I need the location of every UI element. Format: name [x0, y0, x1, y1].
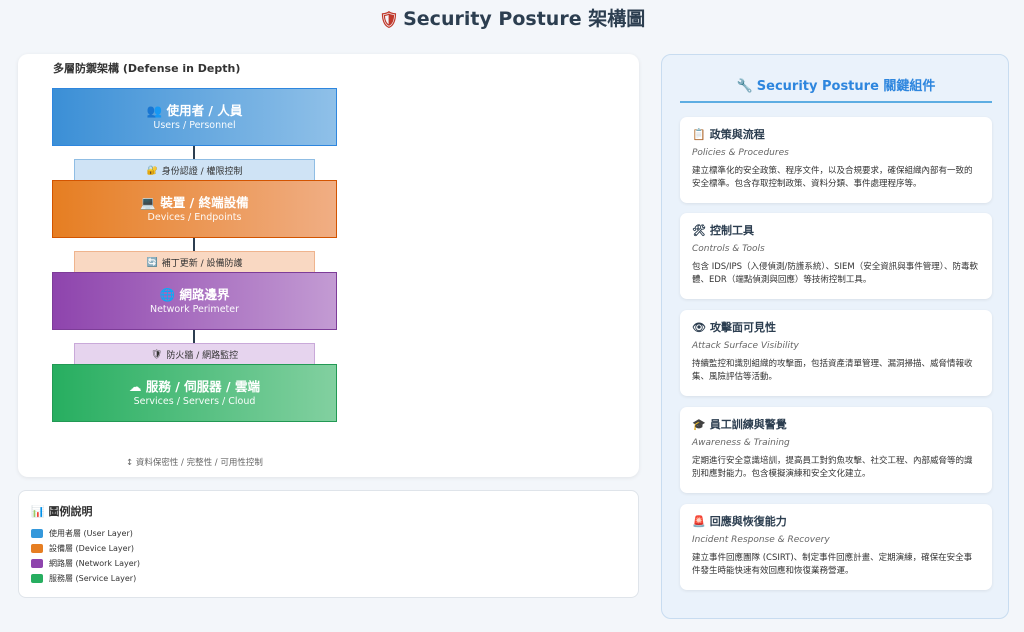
component-description: 持續監控和識別組織的攻擊面，包括資產清單管理、漏洞掃描、威脅情報收集、風險評估等… — [692, 359, 973, 382]
connector-line — [193, 146, 195, 159]
title-divider — [680, 101, 992, 103]
cloud-icon: ☁ — [129, 379, 142, 394]
legend-swatch — [31, 544, 43, 553]
component-subtitle: Incident Response & Recovery — [692, 535, 830, 545]
layer-subtitle: Services / Servers / Cloud — [133, 396, 256, 407]
shield-icon: 🛡 — [150, 349, 163, 360]
legend-item: 使用者層 (User Layer) — [31, 528, 133, 539]
alarm-icon: 🚨 — [692, 515, 706, 528]
component-card-controls: 🛠 控制工具 Controls & Tools 包含 IDS/IPS（入侵偵測/防… — [680, 213, 992, 299]
layer-users: 👥 使用者 / 人員 Users / Personnel — [52, 88, 337, 146]
users-icon: 👥 — [146, 103, 163, 118]
component-card-response: 🚨 回應與恢復能力 Incident Response & Recovery 建立… — [680, 504, 992, 590]
component-card-visibility: 👁 攻擊面可見性 Attack Surface Visibility 持續監控和識… — [680, 310, 992, 396]
layer-subtitle: Users / Personnel — [153, 120, 236, 131]
refresh-icon: 🔄 — [146, 257, 158, 268]
layer-services: ☁ 服務 / 伺服器 / 雲端 Services / Servers / Clo… — [52, 364, 337, 422]
component-card-training: 🎓 員工訓練與警覺 Awareness & Training 定期進行安全意識培訓… — [680, 407, 992, 493]
components-title: 🔧 Security Posture 關鍵組件 — [736, 79, 936, 94]
computer-icon: 💻 — [140, 195, 156, 210]
tools-icon: 🛠 — [692, 224, 706, 237]
connector-line — [193, 238, 195, 251]
component-subtitle: Awareness & Training — [692, 438, 790, 448]
component-description: 定期進行安全意識培訓，提高員工對釣魚攻擊、社交工程、內部威脅等的識別和應對能力。… — [692, 456, 973, 479]
component-subtitle: Attack Surface Visibility — [692, 341, 799, 351]
connector-line — [193, 330, 195, 343]
layer-title: 裝置 / 終端設備 — [160, 195, 249, 210]
legend-card: 📊 圖例說明 使用者層 (User Layer) 設備層 (Device Lay… — [18, 490, 639, 598]
globe-icon: 🌐 — [159, 287, 176, 302]
legend-item: 網路層 (Network Layer) — [31, 558, 140, 569]
legend-swatch — [31, 529, 43, 538]
components-panel: 🔧 Security Posture 關鍵組件 📋 政策與流程 Policies &… — [661, 54, 1009, 619]
component-description: 建立事件回應團隊 (CSIRT)、制定事件回應計畫、定期演練，確保在安全事件發生… — [692, 553, 973, 576]
diagram-card: 多層防禦架構 (Defense in Depth) 👥 使用者 / 人員 Use… — [18, 54, 639, 477]
component-card-policies: 📋 政策與流程 Policies & Procedures 建立標準化的安全政策、… — [680, 117, 992, 203]
legend-item: 服務層 (Service Layer) — [31, 573, 136, 584]
diagram-title: 多層防禦架構 (Defense in Depth) — [53, 62, 241, 75]
eye-icon: 👁 — [692, 321, 706, 334]
legend-swatch — [31, 574, 43, 583]
page-title: 🛡 Security Posture 架構圖 — [378, 8, 646, 30]
shield-icon: 🛡 — [378, 10, 400, 29]
cia-note: ↕ 資料保密性 / 完整性 / 可用性控制 — [126, 458, 263, 468]
control-patch: 🔄 補丁更新 / 設備防護 — [74, 251, 315, 274]
control-firewall: 🛡 防火牆 / 網路監控 — [74, 343, 315, 366]
layer-network: 🌐 網路邊界 Network Perimeter — [52, 272, 337, 330]
graduation-cap-icon: 🎓 — [692, 418, 706, 431]
bar-chart-icon: 📊 — [31, 505, 45, 518]
layer-title: 網路邊界 — [179, 287, 230, 302]
legend-item: 設備層 (Device Layer) — [31, 543, 134, 554]
component-subtitle: Policies & Procedures — [692, 148, 789, 158]
layer-subtitle: Network Perimeter — [149, 304, 240, 315]
control-auth: 🔐 身份認證 / 權限控制 — [74, 159, 315, 182]
layer-subtitle: Devices / Endpoints — [147, 212, 242, 223]
wrench-icon: 🔧 — [736, 79, 753, 94]
clipboard-icon: 📋 — [692, 128, 706, 141]
lock-key-icon: 🔐 — [146, 165, 158, 176]
legend-swatch — [31, 559, 43, 568]
layer-devices: 💻 裝置 / 終端設備 Devices / Endpoints — [52, 180, 337, 238]
component-subtitle: Controls & Tools — [692, 244, 765, 254]
layer-title: 服務 / 伺服器 / 雲端 — [145, 379, 260, 394]
layer-title: 使用者 / 人員 — [166, 103, 243, 118]
legend-title: 📊 圖例說明 — [31, 505, 93, 518]
component-description: 包含 IDS/IPS（入侵偵測/防護系統）、SIEM（安全資訊與事件管理）、防毒… — [692, 262, 979, 285]
component-description: 建立標準化的安全政策、程序文件，以及合規要求，確保組織內部有一致的安全標準。包含… — [692, 166, 973, 189]
